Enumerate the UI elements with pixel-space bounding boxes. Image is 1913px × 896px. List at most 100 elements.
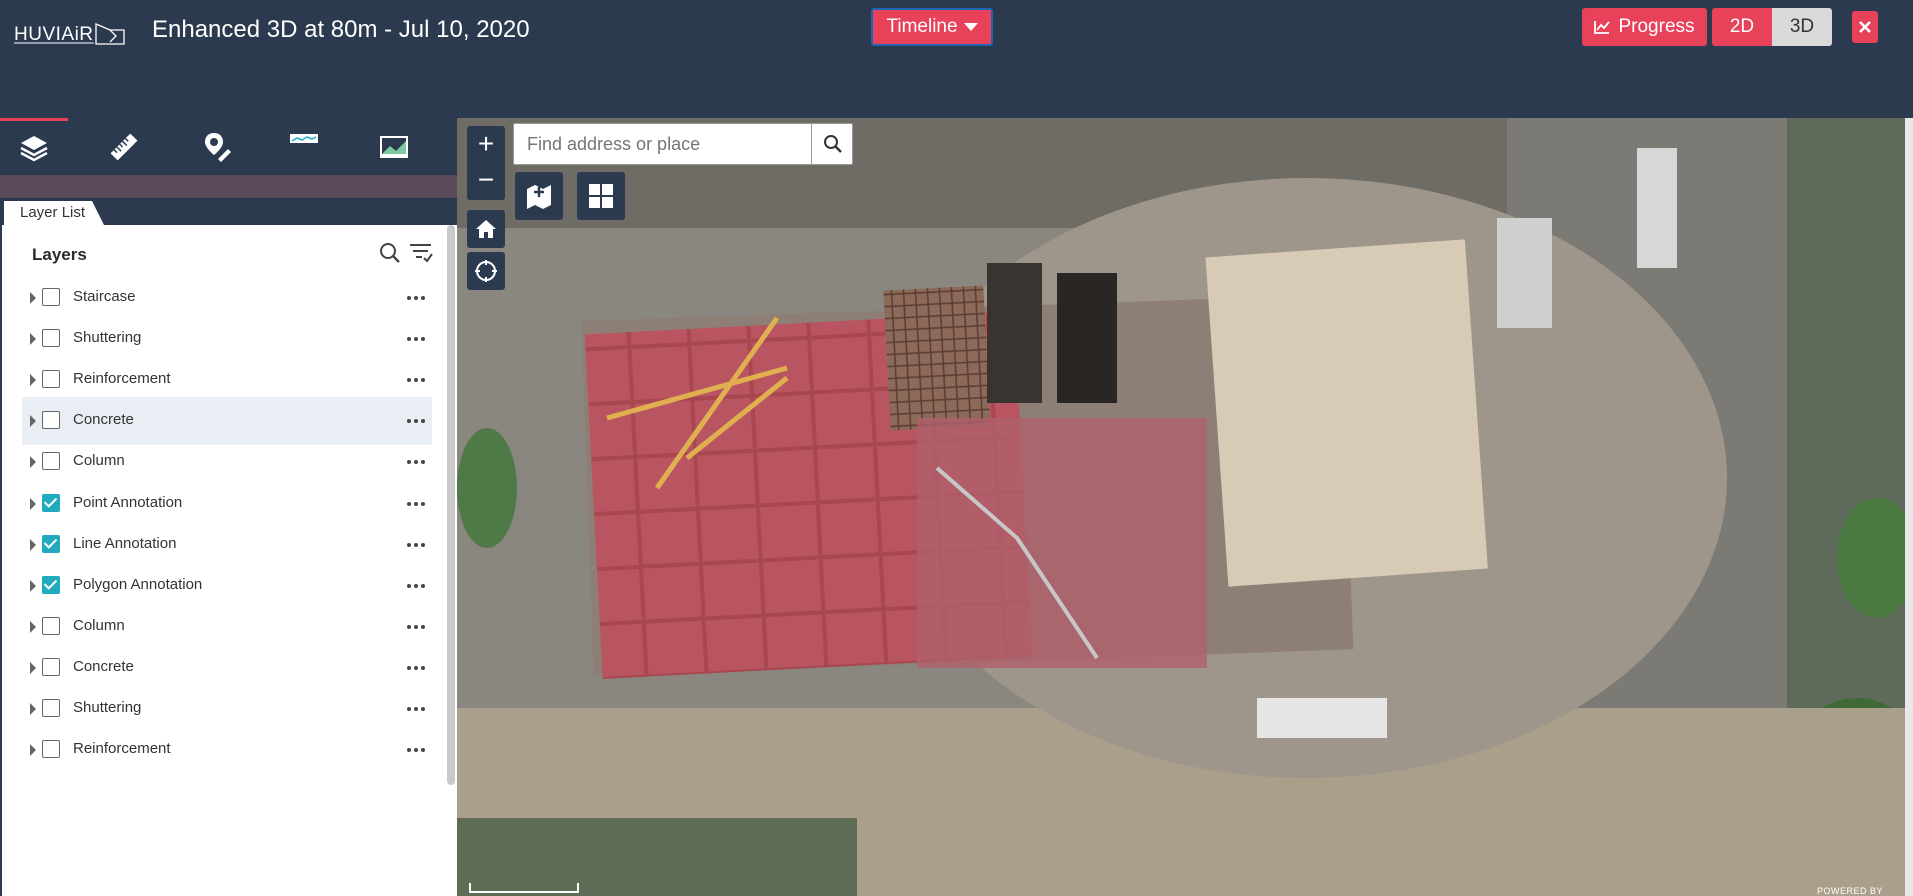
layer-visibility-checkbox[interactable] (42, 329, 60, 348)
map-scrollbar[interactable] (1905, 118, 1913, 896)
progress-label: Progress (1618, 16, 1695, 37)
grid-view-button[interactable] (577, 172, 625, 220)
layer-label: Shuttering (73, 699, 142, 716)
more-options-icon[interactable] (407, 542, 425, 547)
layer-label: Concrete (73, 657, 134, 675)
layer-visibility-checkbox[interactable] (42, 452, 60, 471)
map-scale-bar (469, 883, 579, 893)
layer-visibility-checkbox[interactable] (42, 534, 60, 553)
more-options-icon[interactable] (407, 419, 425, 424)
layer-row[interactable]: Reinforcement (22, 726, 432, 774)
layer-list-panel: Layers Staircase Shuttering Reinforcement C… (0, 225, 457, 896)
layer-label: Concrete (73, 411, 134, 429)
expand-arrow-icon[interactable] (30, 620, 36, 633)
layer-label: Line Annotation (73, 534, 177, 552)
draw-tool[interactable] (183, 118, 251, 175)
layer-label: Point Annotation (73, 493, 183, 511)
layer-visibility-checkbox[interactable] (42, 575, 60, 594)
more-options-icon[interactable] (407, 378, 425, 383)
close-button[interactable] (1852, 11, 1878, 43)
search-icon (823, 135, 842, 153)
more-options-icon[interactable] (407, 707, 425, 711)
more-options-icon[interactable] (407, 748, 425, 753)
panel-tabbar: Layer List (0, 198, 457, 225)
timeline-label: Timeline (886, 16, 958, 37)
address-search-input[interactable] (514, 124, 811, 164)
layer-visibility-checkbox[interactable] (42, 288, 60, 306)
layer-label: Reinforcement (73, 740, 171, 758)
expand-arrow-icon[interactable] (30, 415, 36, 428)
zoom-control: + − (467, 126, 505, 200)
layer-visibility-checkbox[interactable] (42, 616, 60, 635)
basemap-icon (527, 185, 551, 209)
expand-arrow-icon[interactable] (30, 456, 36, 469)
zoom-out-button[interactable]: − (467, 162, 505, 198)
expand-arrow-icon[interactable] (30, 374, 36, 387)
expand-arrow-icon[interactable] (30, 703, 36, 715)
line-chart-icon (1594, 21, 1611, 34)
expand-arrow-icon[interactable] (30, 661, 36, 674)
more-options-icon[interactable] (407, 337, 425, 342)
layer-visibility-checkbox[interactable] (42, 411, 60, 430)
map-search (513, 123, 853, 165)
widget-toolbar (0, 118, 457, 175)
image-icon (380, 135, 408, 158)
layer-label: Column (73, 452, 125, 470)
more-options-icon[interactable] (407, 583, 425, 588)
page-title: Enhanced 3D at 80m - Jul 10, 2020 (152, 16, 530, 43)
layer-visibility-checkbox[interactable] (42, 740, 60, 759)
crosshair-icon (475, 260, 497, 282)
more-options-icon[interactable] (407, 501, 425, 506)
panel-scrollbar[interactable] (447, 225, 455, 785)
layer-label: Polygon Annotation (73, 575, 203, 593)
layers-tool[interactable] (0, 118, 68, 175)
aerial-imagery (457, 118, 1913, 896)
expand-arrow-icon[interactable] (30, 744, 36, 757)
close-icon (1859, 21, 1871, 33)
expand-arrow-icon[interactable] (30, 292, 36, 304)
map-view[interactable]: + − PO (457, 118, 1913, 896)
locate-button[interactable] (467, 252, 505, 290)
elevation-tool[interactable] (270, 118, 338, 175)
caret-down-icon (963, 23, 978, 31)
app-header: HUVIAiR Enhanced 3D at 80m - Jul 10, 202… (0, 0, 1913, 118)
more-options-icon[interactable] (407, 460, 425, 465)
tab-layer-list[interactable]: Layer List (4, 201, 104, 225)
layer-label: Reinforcement (73, 370, 171, 388)
expand-arrow-icon[interactable] (30, 333, 36, 346)
layer-visibility-checkbox[interactable] (42, 657, 60, 676)
layer-label: Shuttering (73, 329, 142, 347)
filter-icon[interactable] (409, 242, 433, 264)
ruler-icon (110, 133, 138, 160)
zoom-in-button[interactable]: + (467, 126, 505, 162)
toolbar-divider (0, 175, 457, 198)
layers-icon (20, 136, 48, 162)
address-search-button[interactable] (811, 124, 853, 164)
more-options-icon[interactable] (407, 624, 425, 629)
layer-visibility-checkbox[interactable] (42, 493, 60, 512)
expand-arrow-icon[interactable] (30, 579, 36, 592)
layer-label: Column (73, 616, 125, 634)
more-options-icon[interactable] (407, 296, 425, 300)
grid-icon (589, 184, 613, 208)
view-2d-button[interactable]: 2D (1712, 8, 1772, 46)
more-options-icon[interactable] (407, 665, 425, 670)
expand-arrow-icon[interactable] (30, 538, 36, 551)
progress-button[interactable]: Progress (1582, 8, 1707, 46)
basemap-gallery-button[interactable] (515, 172, 563, 220)
layer-label: Staircase (73, 288, 136, 305)
expand-arrow-icon[interactable] (30, 497, 36, 510)
layers-heading: Layers (32, 245, 87, 264)
powered-by-label: POWERED BY (1817, 886, 1884, 896)
image-tool[interactable] (360, 118, 428, 175)
elevation-profile-icon (290, 133, 318, 143)
marker-icon (205, 132, 231, 162)
measure-tool[interactable] (90, 118, 158, 175)
home-icon (476, 220, 496, 238)
layer-visibility-checkbox[interactable] (42, 699, 60, 717)
view-3d-button[interactable]: 3D (1772, 8, 1832, 46)
search-icon[interactable] (379, 242, 401, 264)
timeline-dropdown-button[interactable]: Timeline (871, 8, 993, 46)
home-button[interactable] (467, 210, 505, 248)
layer-visibility-checkbox[interactable] (42, 370, 60, 389)
